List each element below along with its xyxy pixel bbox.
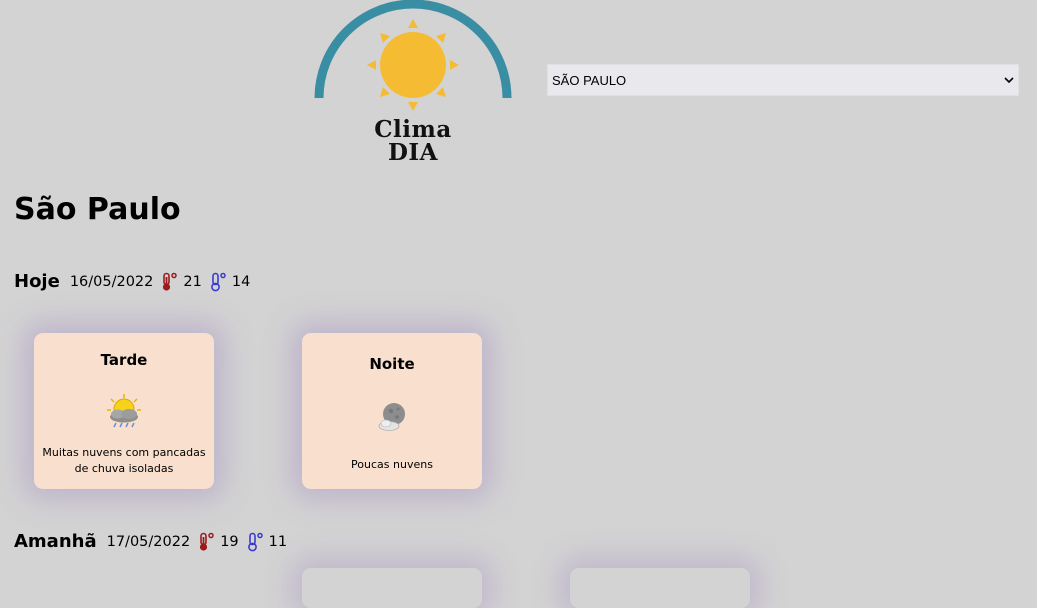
next-card-shadow xyxy=(302,568,482,608)
period-title: Noite xyxy=(369,355,415,373)
day-label: Amanhã xyxy=(14,531,97,552)
period-card-noite: Noite Poucas nuvens xyxy=(302,333,482,489)
period-description: Poucas nuvens xyxy=(351,458,433,471)
chevron-down-icon xyxy=(1004,75,1014,85)
logo-text-dia: DIA xyxy=(387,139,439,166)
day-label: Hoje xyxy=(14,271,60,292)
city-select[interactable]: SÃO PAULO xyxy=(547,64,1019,96)
temp-max: 19 xyxy=(198,530,239,554)
city-select-value: SÃO PAULO xyxy=(552,72,627,88)
period-title: Tarde xyxy=(100,351,148,369)
city-title: São Paulo xyxy=(14,192,181,227)
clima-dia-logo: Clima DIA xyxy=(310,0,516,168)
temp-max-value: 21 xyxy=(183,274,202,290)
temp-min: 11 xyxy=(247,530,287,554)
logo-text-clima: Clima xyxy=(374,116,452,143)
day-row-tomorrow: Amanhã 17/05/2022 19 11 xyxy=(14,530,287,554)
period-card-tarde: Tarde Muitas nuvens com pancadas de chuv… xyxy=(34,333,214,489)
period-description: Muitas nuvens com pancadas de chuva isol… xyxy=(42,446,206,475)
thermometer-hot-icon xyxy=(163,272,178,291)
temp-min-value: 14 xyxy=(231,274,251,290)
temp-min: 14 xyxy=(210,270,250,294)
thermometer-cold-icon xyxy=(210,272,226,292)
next-card-shadow xyxy=(570,568,750,608)
cloud-moon-icon xyxy=(377,401,407,437)
cloud-sun-rain-icon xyxy=(105,393,143,433)
temp-max: 21 xyxy=(161,270,202,294)
temp-min-value: 11 xyxy=(268,534,288,550)
thermometer-cold-icon xyxy=(247,532,263,552)
day-row-today: Hoje 16/05/2022 21 14 xyxy=(14,270,250,294)
day-date: 17/05/2022 xyxy=(106,534,191,550)
temp-max-value: 19 xyxy=(220,534,239,550)
sun-arc-icon xyxy=(314,0,512,111)
day-date: 16/05/2022 xyxy=(69,274,154,290)
thermometer-hot-icon xyxy=(200,532,214,551)
